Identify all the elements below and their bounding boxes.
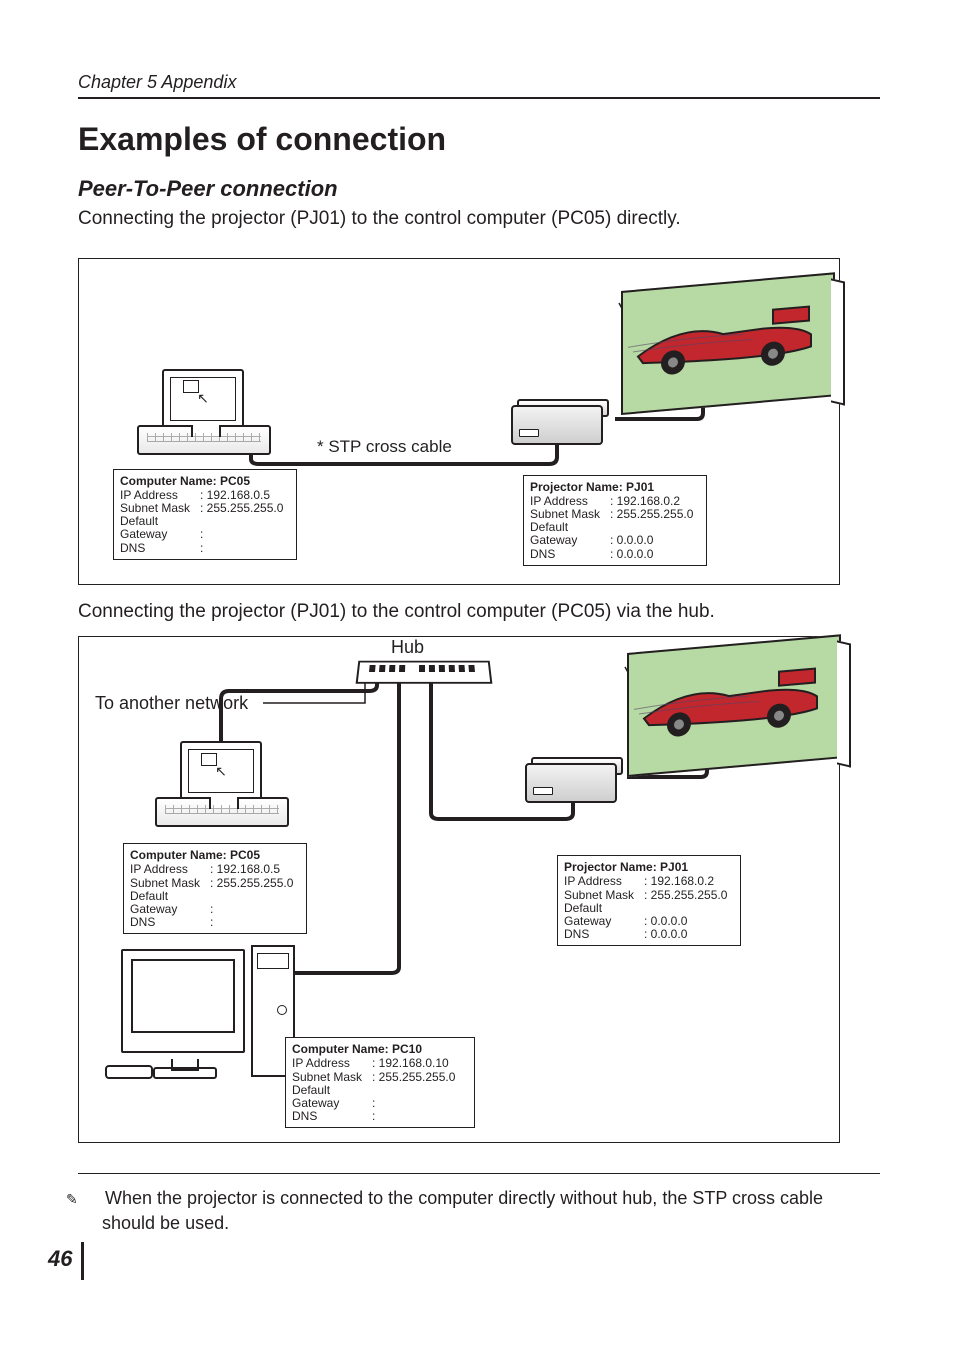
val: : — [200, 527, 203, 541]
val: : — [210, 902, 213, 916]
card-name: Computer Name: PC10 — [292, 1043, 468, 1056]
lbl: Default Gateway — [530, 521, 610, 547]
lbl: DNS — [120, 542, 200, 555]
diagram-hub: Hub To another network ↖ — [78, 636, 840, 1143]
info-card-pc05: Computer Name: PC05 IP Address: 192.168.… — [113, 469, 297, 560]
lbl: IP Address — [564, 875, 644, 888]
note-icon: ✎ — [84, 1190, 100, 1209]
info-card-pj01: Projector Name: PJ01 IP Address: 192.168… — [557, 855, 741, 946]
intro-1: Connecting the projector (PJ01) to the c… — [78, 206, 880, 232]
lbl: Default Gateway — [130, 890, 210, 916]
val: : 192.168.0.5 — [200, 488, 270, 502]
lbl: IP Address — [130, 863, 210, 876]
lbl: Subnet Mask — [292, 1071, 372, 1084]
info-card-pj01: Projector Name: PJ01 IP Address: 192.168… — [523, 475, 707, 566]
monitor-icon — [121, 949, 245, 1053]
lbl: Default Gateway — [564, 902, 644, 928]
val: : — [210, 915, 213, 929]
lbl: Subnet Mask — [130, 877, 210, 890]
lbl: IP Address — [292, 1057, 372, 1070]
page-title: Examples of connection — [78, 121, 880, 158]
lbl: Default Gateway — [120, 515, 200, 541]
footnote: ✎ When the projector is connected to the… — [78, 1186, 880, 1235]
projector-icon — [511, 399, 615, 443]
projector-screen-icon — [621, 272, 835, 415]
diagram-peer-to-peer: ↖ * STP cross cable Computer Name: PC05 … — [78, 258, 840, 585]
chapter-header: Chapter 5 Appendix — [78, 72, 880, 99]
footnote-rule — [78, 1173, 880, 1174]
info-card-pc10: Computer Name: PC10 IP Address: 192.168.… — [285, 1037, 475, 1128]
val: : 0.0.0.0 — [644, 927, 687, 941]
cursor-icon: ↖ — [215, 763, 227, 780]
info-card-pc05: Computer Name: PC05 IP Address: 192.168.… — [123, 843, 307, 934]
val: : 0.0.0.0 — [644, 914, 687, 928]
lbl: DNS — [530, 548, 610, 561]
val: : 192.168.0.2 — [644, 874, 714, 888]
val: : 255.255.255.0 — [200, 501, 283, 515]
hub-icon — [356, 661, 493, 684]
card-name: Projector Name: PJ01 — [530, 481, 700, 494]
lbl: DNS — [130, 916, 210, 929]
hub-label: Hub — [391, 637, 424, 658]
lbl: Subnet Mask — [564, 889, 644, 902]
projector-icon — [525, 757, 629, 801]
laptop-icon: ↖ — [155, 741, 285, 825]
val: : 255.255.255.0 — [210, 876, 293, 890]
val: : 192.168.0.10 — [372, 1056, 449, 1070]
val: : 255.255.255.0 — [372, 1070, 455, 1084]
val: : 255.255.255.0 — [610, 507, 693, 521]
to-network-label: To another network — [95, 693, 248, 714]
intro-2: Connecting the projector (PJ01) to the c… — [78, 599, 880, 625]
lbl: DNS — [292, 1110, 372, 1123]
footnote-text: When the projector is connected to the c… — [102, 1188, 823, 1232]
cable-label: * STP cross cable — [317, 437, 452, 457]
page-number: 46 — [48, 1246, 72, 1272]
val: : 0.0.0.0 — [610, 533, 653, 547]
card-name: Computer Name: PC05 — [130, 849, 300, 862]
page: Chapter 5 Appendix Examples of connectio… — [0, 0, 954, 1350]
val: : 0.0.0.0 — [610, 547, 653, 561]
lbl: Default Gateway — [292, 1084, 372, 1110]
val: : 192.168.0.5 — [210, 862, 280, 876]
projector-screen-icon — [627, 635, 841, 778]
val: : 192.168.0.2 — [610, 494, 680, 508]
val: : — [372, 1109, 375, 1123]
val: : — [372, 1096, 375, 1110]
card-name: Computer Name: PC05 — [120, 475, 290, 488]
val: : 255.255.255.0 — [644, 888, 727, 902]
val: : — [200, 541, 203, 555]
lbl: DNS — [564, 928, 644, 941]
subheading: Peer-To-Peer connection — [78, 176, 880, 202]
racecar-icon — [629, 638, 829, 755]
laptop-icon: ↖ — [137, 369, 267, 453]
racecar-icon — [623, 275, 823, 392]
cursor-icon: ↖ — [197, 390, 209, 407]
card-name: Projector Name: PJ01 — [564, 861, 734, 874]
